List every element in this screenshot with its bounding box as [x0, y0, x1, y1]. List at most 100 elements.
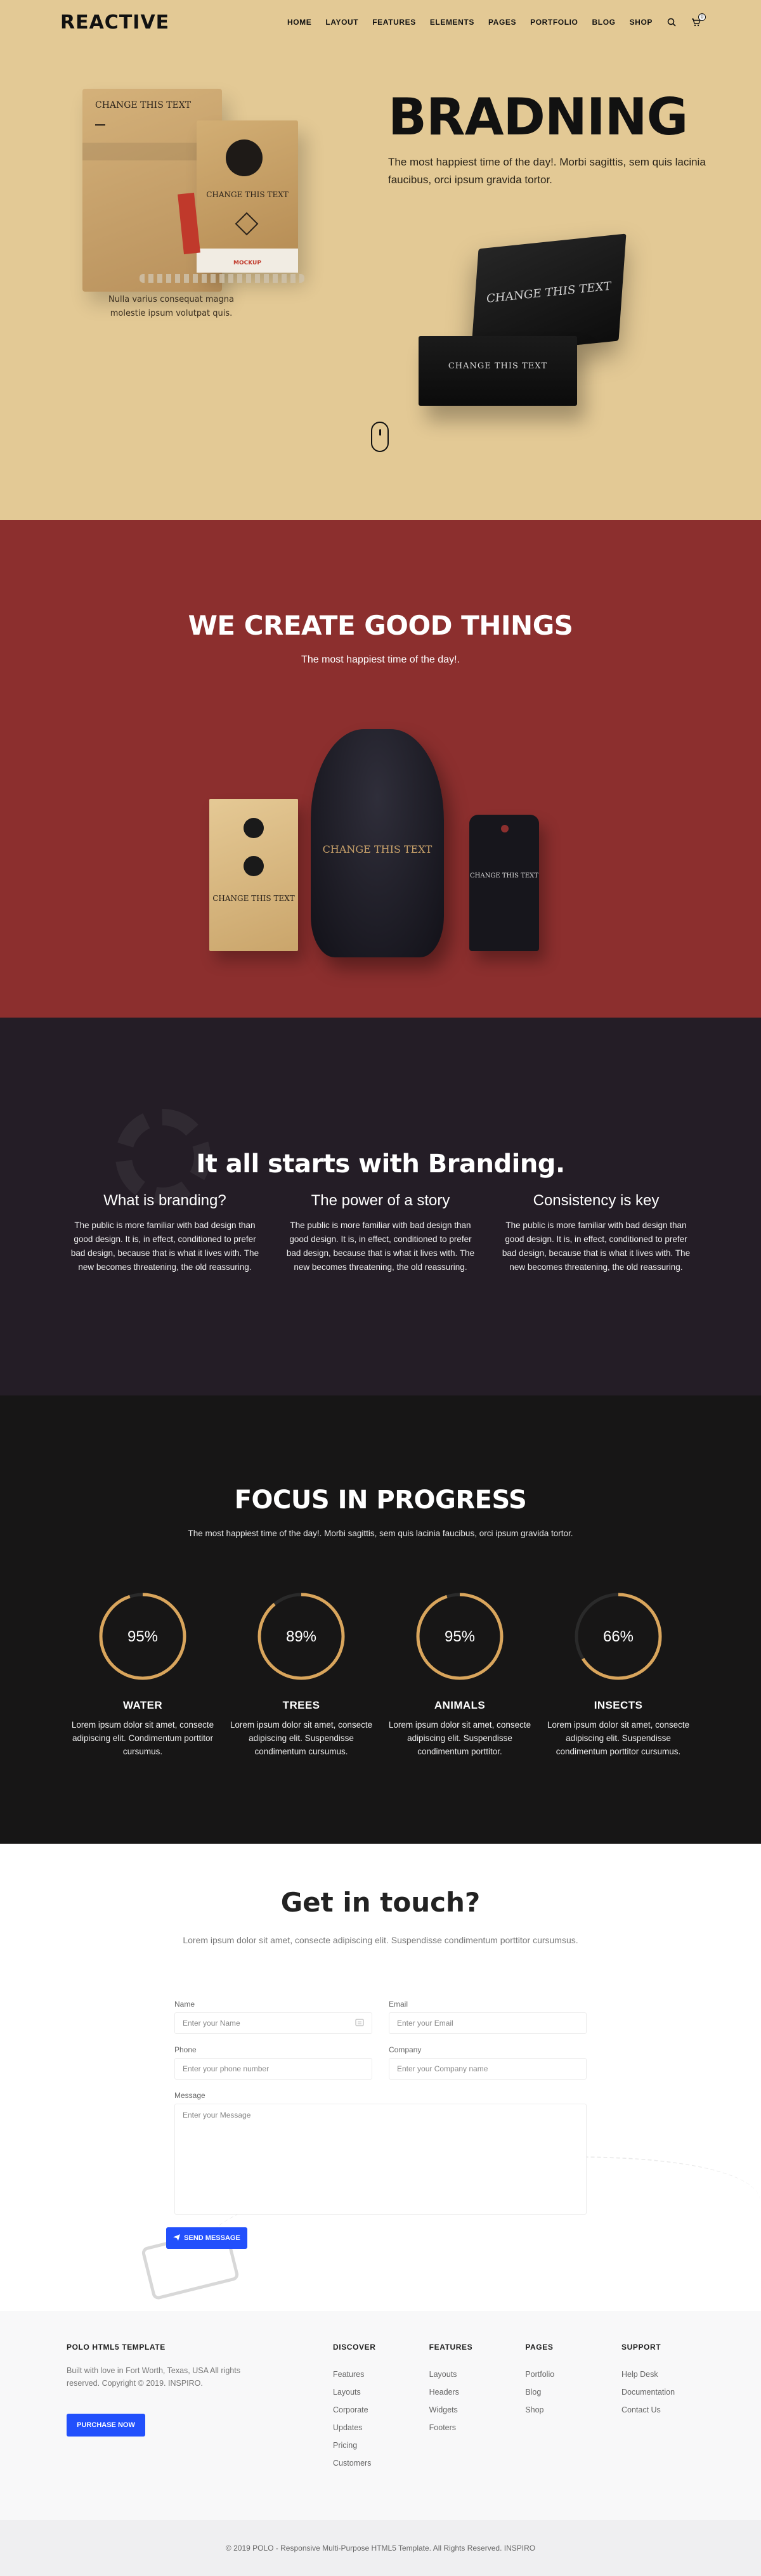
footer-link[interactable]: Features [333, 2366, 419, 2383]
footer-link[interactable]: Documentation [621, 2383, 707, 2401]
section-title: Get in touch? [280, 1887, 481, 1918]
pouch-mockup: CHANGE THIS TEXT [311, 729, 444, 957]
gauge-title: TREES [282, 1699, 320, 1711]
nav-shop[interactable]: SHOP [630, 18, 653, 27]
nav-features[interactable]: FEATURES [372, 18, 416, 27]
phone-input[interactable]: Enter your phone number [174, 2058, 372, 2080]
section-lead: Lorem ipsum dolor sit amet, consecte adi… [183, 1935, 578, 1945]
send-message-button[interactable]: SEND MESSAGE [166, 2227, 247, 2249]
gauge-text: Lorem ipsum dolor sit amet, consecte adi… [388, 1720, 531, 1756]
footer-link[interactable]: Blog [525, 2383, 611, 2401]
footer-link[interactable]: Portfolio [525, 2366, 611, 2383]
email-input[interactable]: Enter your Email [389, 2012, 587, 2034]
focus-section: FOCUS IN PROGRESS The most happiest time… [0, 1395, 761, 1844]
gauge-animals: 95% ANIMALS Lorem ipsum dolor sit amet, … [384, 1589, 536, 1758]
footer-link[interactable]: Help Desk [621, 2366, 707, 2383]
nav-home[interactable]: HOME [287, 18, 311, 27]
company-input[interactable]: Enter your Company name [389, 2058, 587, 2080]
footer-column-features: FEATURES Layouts Headers Widgets Footers [429, 2343, 515, 2472]
contact-card-icon [355, 2018, 364, 2028]
footer-link[interactable]: Shop [525, 2401, 611, 2419]
email-label: Email [389, 2000, 408, 2009]
footer-link[interactable]: Updates [333, 2419, 419, 2437]
gauge-percent: 95% [127, 1628, 158, 1645]
gauge-title: WATER [122, 1699, 163, 1711]
phone-label: Phone [174, 2045, 197, 2054]
footer-link[interactable]: Footers [429, 2419, 515, 2437]
footer-brand-title: POLO HTML5 TEMPLATE [67, 2343, 166, 2352]
branding-columns: What is branding? The public is more fam… [67, 1192, 694, 1274]
footer-link[interactable]: Layouts [429, 2366, 515, 2383]
nav-blog[interactable]: BLOG [592, 18, 616, 27]
scroll-down-icon[interactable] [371, 422, 389, 452]
hero-title: BRADNING [388, 87, 688, 146]
purchase-now-button[interactable]: PURCHASE NOW [67, 2414, 145, 2437]
branding-column: Consistency is key The public is more fa… [498, 1192, 694, 1274]
column-text: The public is more familiar with bad des… [70, 1220, 259, 1272]
mockup-label: CHANGE THIS TEXT [212, 894, 295, 903]
cart-count-badge: 0 [698, 13, 706, 21]
cart-icon[interactable]: 0 [691, 13, 706, 27]
footer-link[interactable]: Layouts [333, 2383, 419, 2401]
hero-copy: BRADNING The most happiest time of the d… [388, 89, 718, 189]
hero-section: REACTIVE HOME LAYOUT FEATURES ELEMENTS P… [0, 0, 761, 520]
footer-column-pages: PAGES Portfolio Blog Shop [525, 2343, 611, 2472]
footer-link[interactable]: Customers [333, 2454, 419, 2472]
contact-section: Get in touch? Lorem ipsum dolor sit amet… [0, 1844, 761, 2312]
footer-link[interactable]: Pricing [333, 2437, 419, 2454]
footer-link[interactable]: Contact Us [621, 2401, 707, 2419]
section-title: WE CREATE GOOD THINGS [188, 610, 573, 641]
progress-gauges: 95% WATER Lorem ipsum dolor sit amet, co… [67, 1589, 694, 1758]
section-subtitle: The most happiest time of the day!. Morb… [188, 1529, 573, 1538]
footer-link[interactable]: Corporate [333, 2401, 419, 2419]
site-header: REACTIVE HOME LAYOUT FEATURES ELEMENTS P… [0, 0, 761, 44]
nav-pages[interactable]: PAGES [488, 18, 516, 27]
gauge-text: Lorem ipsum dolor sit amet, consecte adi… [230, 1720, 373, 1756]
column-title: What is branding? [103, 1192, 226, 1209]
mockup-tag: MOCKUP [233, 260, 261, 266]
hero-caption: Nulla varius consequat magna molestie ip… [108, 295, 234, 318]
nav-elements[interactable]: ELEMENTS [430, 18, 474, 27]
gauge-text: Lorem ipsum dolor sit amet, consecte adi… [71, 1720, 214, 1756]
gauge-water: 95% WATER Lorem ipsum dolor sit amet, co… [67, 1589, 219, 1758]
main-nav: HOME LAYOUT FEATURES ELEMENTS PAGES PORT… [287, 13, 706, 27]
footer-brand: POLO HTML5 TEMPLATE Built with love in F… [67, 2343, 270, 2437]
message-textarea[interactable]: Enter your Message [174, 2104, 587, 2215]
footer-column-support: SUPPORT Help Desk Documentation Contact … [621, 2343, 707, 2472]
column-text: The public is more familiar with bad des… [502, 1220, 691, 1272]
gauge-percent: 66% [603, 1628, 634, 1645]
phone-field-group: Phone Enter your phone number [174, 2045, 372, 2080]
contact-form: Name Enter your Name Email Enter your Em… [174, 2000, 587, 2215]
column-title: The power of a story [311, 1192, 450, 1209]
create-good-things-section: WE CREATE GOOD THINGS The most happiest … [0, 520, 761, 1018]
footer-link-columns: DISCOVER Features Layouts Corporate Upda… [333, 2343, 707, 2472]
gauge-title: ANIMALS [434, 1699, 486, 1711]
message-field-group: Message Enter your Message [174, 2091, 587, 2215]
kraft-bag-mockup: CHANGE THIS TEXT MOCKUP [197, 120, 298, 273]
nav-layout[interactable]: LAYOUT [325, 18, 358, 27]
gauge-insects: 66% INSECTS Lorem ipsum dolor sit amet, … [542, 1589, 694, 1758]
footer-link[interactable]: Headers [429, 2383, 515, 2401]
gauge-title: INSECTS [594, 1699, 643, 1711]
footer-column-title: PAGES [525, 2343, 554, 2352]
footer-column-title: SUPPORT [621, 2343, 661, 2352]
mockup-label: CHANGE THIS TEXT [486, 279, 612, 306]
footer-link[interactable]: Widgets [429, 2401, 515, 2419]
search-icon[interactable] [667, 17, 677, 27]
branding-column: What is branding? The public is more fam… [67, 1192, 263, 1274]
name-field-group: Name Enter your Name [174, 2000, 372, 2034]
name-label: Name [174, 2000, 195, 2009]
footer-column-title: FEATURES [429, 2343, 473, 2352]
copyright-bar: © 2019 POLO - Responsive Multi-Purpose H… [0, 2520, 761, 2576]
nav-portfolio[interactable]: PORTFOLIO [530, 18, 578, 27]
name-input[interactable]: Enter your Name [174, 2012, 372, 2034]
black-box-mockup: CHANGE THIS TEXT CHANGE THIS TEXT [419, 233, 641, 406]
gauge-trees: 89% TREES Lorem ipsum dolor sit amet, co… [225, 1589, 377, 1758]
section-title: FOCUS IN PROGRESS [234, 1485, 527, 1515]
product-mockups: CHANGE THIS TEXT CHANGE THIS TEXT CHANGE… [209, 704, 552, 983]
branding-section: It all starts with Branding. What is bra… [0, 1018, 761, 1395]
mockup-label: CHANGE THIS TEXT [206, 190, 289, 199]
gauge-text: Lorem ipsum dolor sit amet, consecte adi… [547, 1720, 690, 1756]
site-logo[interactable]: REACTIVE [60, 11, 169, 34]
mockup-label: CHANGE THIS TEXT [322, 843, 433, 855]
